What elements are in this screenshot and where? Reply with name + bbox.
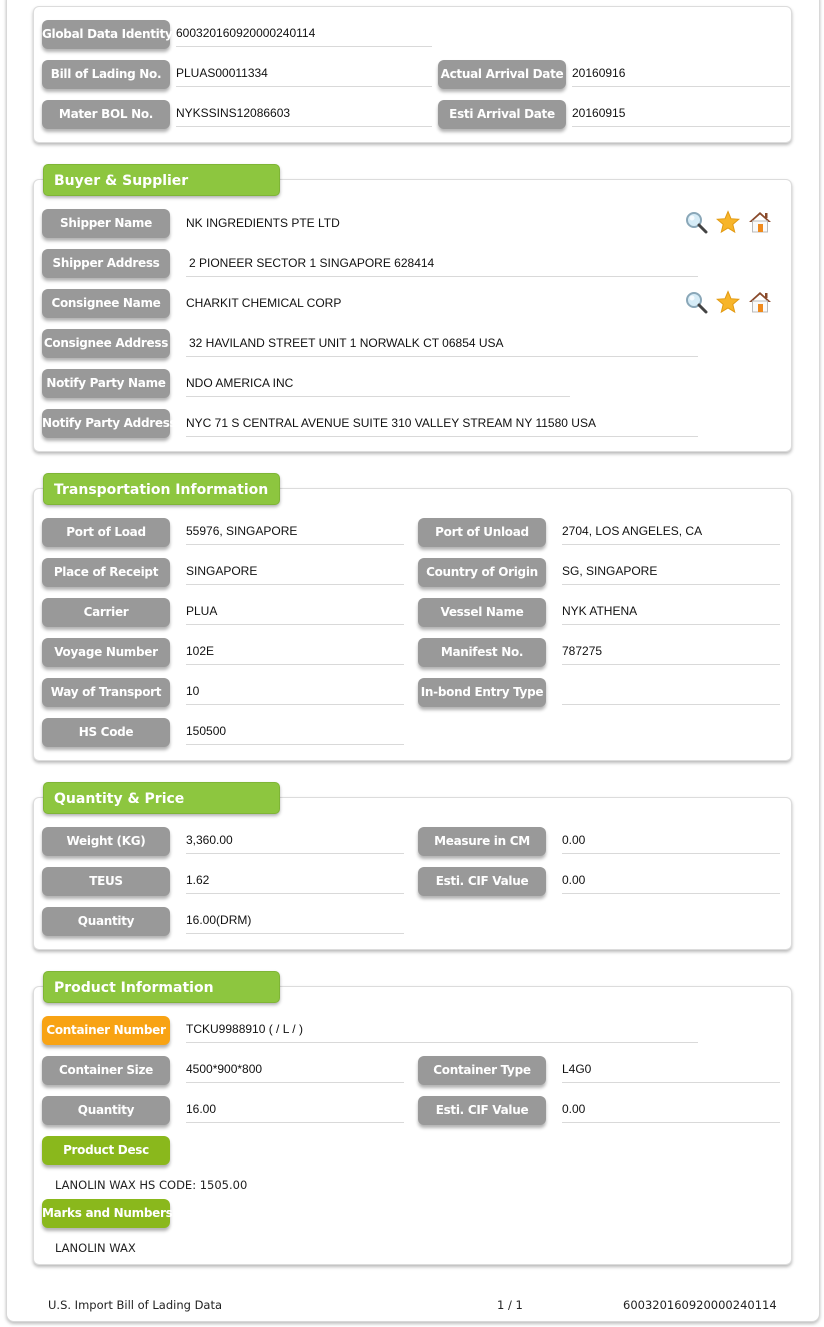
way-of-transport-value: 10: [186, 683, 404, 705]
notify-party-name-value: NDO AMERICA INC: [186, 375, 570, 397]
cif-value-value: 0.00: [562, 872, 780, 894]
vessel-name-value: NYK ATHENA: [562, 603, 780, 625]
product-cif-value-value: 0.00: [562, 1101, 780, 1123]
weight-value: 3,360.00: [186, 832, 404, 854]
notify-party-name-label: Notify Party Name: [42, 369, 170, 398]
bill-of-lading-value: PLUAS00011334: [176, 65, 432, 87]
place-of-receipt-label: Place of Receipt: [42, 558, 170, 587]
consignee-address-text: 32 HAVILAND STREET UNIT 1 NORWALK CT 068…: [189, 336, 504, 350]
inbond-entry-type-label: In-bond Entry Type: [418, 678, 546, 707]
country-of-origin-label: Country of Origin: [418, 558, 546, 587]
notify-party-address-value: NYC 71 S CENTRAL AVENUE SUITE 310 VALLEY…: [186, 415, 698, 437]
cif-value-label: Esti. CIF Value: [418, 867, 546, 896]
star-icon[interactable]: [715, 210, 741, 234]
shipper-address-label: Shipper Address: [42, 249, 170, 278]
shipper-address-text: 2 PIONEER SECTOR 1 SINGAPORE 628414: [189, 256, 435, 270]
weight-label: Weight (KG): [42, 827, 170, 856]
esti-arrival-date-label: Esti Arrival Date: [438, 100, 566, 129]
quantity-value: 16.00(DRM): [186, 912, 404, 934]
port-of-load-label: Port of Load: [42, 518, 170, 547]
container-size-value: 4500*900*800: [186, 1061, 404, 1083]
measure-value: 0.00: [562, 832, 780, 854]
global-data-identity-label: Global Data Identity: [42, 20, 173, 49]
master-bol-value: NYKSSINS12086603: [176, 105, 432, 127]
manifest-no-value: 787275: [562, 643, 780, 665]
port-of-load-value: 55976, SINGAPORE: [186, 523, 404, 545]
voyage-number-label: Voyage Number: [42, 638, 170, 667]
carrier-value: PLUA: [186, 603, 404, 625]
footer-source: U.S. Import Bill of Lading Data: [48, 1298, 223, 1312]
product-desc-value: LANOLIN WAX HS CODE: 1505.00: [55, 1178, 248, 1192]
marks-numbers-value: LANOLIN WAX: [55, 1241, 136, 1255]
consignee-name-label: Consignee Name: [42, 289, 170, 318]
voyage-number-value: 102E: [186, 643, 404, 665]
footer-page: 1 / 1: [497, 1298, 523, 1312]
product-quantity-label: Quantity: [42, 1096, 170, 1125]
buyer-supplier-title: Buyer & Supplier Information: [43, 164, 280, 221]
global-data-identity-value: 600320160920000240114: [176, 25, 432, 47]
teus-value: 1.62: [186, 872, 404, 894]
hs-code-value: 150500: [186, 723, 404, 745]
marks-numbers-label: Marks and Numbers: [42, 1199, 173, 1228]
container-size-label: Container Size: [42, 1056, 170, 1085]
way-of-transport-label: Way of Transport: [42, 678, 170, 707]
place-of-receipt-value: SINGAPORE: [186, 563, 404, 585]
search-icon[interactable]: [684, 290, 708, 314]
country-of-origin-value: SG, SINGAPORE: [562, 563, 780, 585]
actual-arrival-date-label: Actual Arrival Date: [438, 60, 566, 89]
master-bol-label: Mater BOL No.: [42, 100, 170, 129]
esti-arrival-date-value: 20160915: [572, 105, 790, 127]
measure-label: Measure in CM: [418, 827, 546, 856]
container-number-value: TCKU9988910 ( / L / ): [186, 1021, 698, 1043]
carrier-label: Carrier: [42, 598, 170, 627]
quantity-price-title: Quantity & Price Information: [43, 782, 280, 839]
shipper-name-value: NK INGREDIENTS PTE LTD: [186, 216, 340, 230]
consignee-address-value: 32 HAVILAND STREET UNIT 1 NORWALK CT 068…: [186, 335, 698, 357]
inbond-entry-type-value: [562, 683, 780, 705]
port-of-unload-label: Port of Unload: [418, 518, 546, 547]
manifest-no-label: Manifest No.: [418, 638, 546, 667]
actual-arrival-date-value: 20160916: [572, 65, 790, 87]
notify-party-address-label: Notify Party Address: [42, 409, 177, 438]
home-icon[interactable]: [748, 290, 772, 314]
footer-id: 600320160920000240114: [623, 1298, 777, 1312]
hs-code-label: HS Code: [42, 718, 170, 747]
teus-label: TEUS: [42, 867, 170, 896]
shipper-actions: [684, 210, 772, 234]
star-icon[interactable]: [715, 290, 741, 314]
consignee-actions: [684, 290, 772, 314]
container-type-label: Container Type: [418, 1056, 546, 1085]
shipper-name-label: Shipper Name: [42, 209, 170, 238]
shipper-address-value: 2 PIONEER SECTOR 1 SINGAPORE 628414: [186, 255, 698, 277]
search-icon[interactable]: [684, 210, 708, 234]
vessel-name-label: Vessel Name: [418, 598, 546, 627]
port-of-unload-value: 2704, LOS ANGELES, CA: [562, 523, 780, 545]
consignee-address-label: Consignee Address: [42, 329, 170, 358]
quantity-label: Quantity: [42, 907, 170, 936]
product-title: Product Information: [43, 971, 280, 1003]
bill-of-lading-label: Bill of Lading No.: [42, 60, 170, 89]
product-desc-label: Product Desc: [42, 1136, 170, 1165]
container-number-label: Container Number: [42, 1016, 170, 1045]
consignee-name-value: CHARKIT CHEMICAL CORP: [186, 296, 342, 310]
home-icon[interactable]: [748, 210, 772, 234]
product-cif-value-label: Esti. CIF Value: [418, 1096, 546, 1125]
container-type-value: L4G0: [562, 1061, 780, 1083]
product-quantity-value: 16.00: [186, 1101, 404, 1123]
transportation-title: Transportation Information: [43, 473, 280, 505]
